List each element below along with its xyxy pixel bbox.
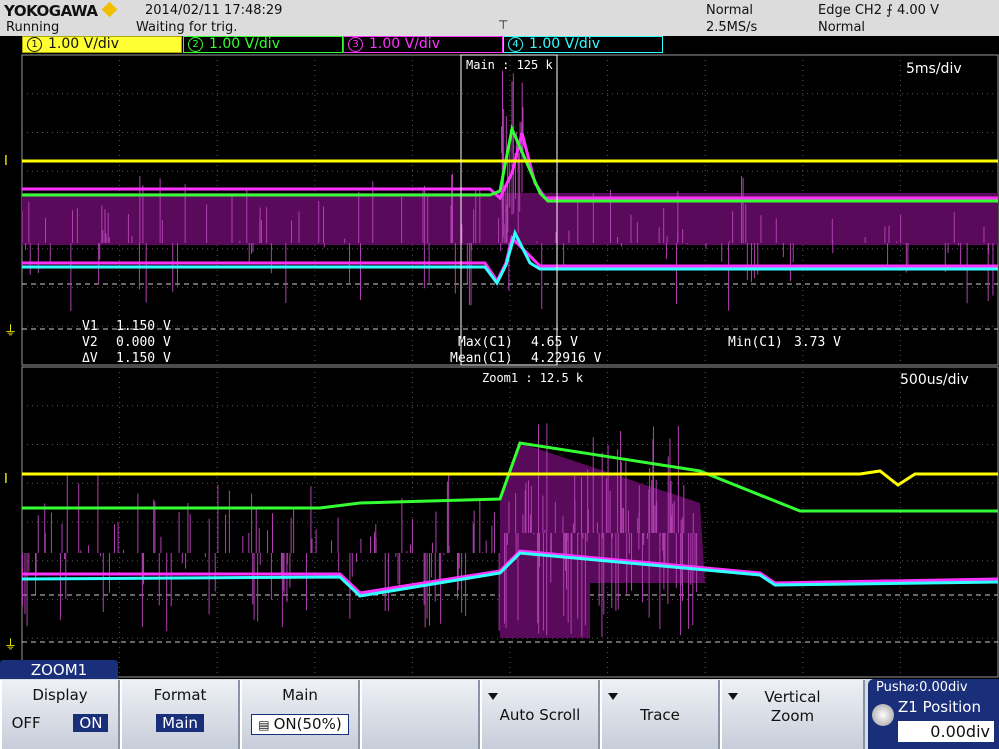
- position-push-hint: Push⌀:0.00div: [876, 680, 968, 695]
- trigger-position-icon: ⊤: [498, 18, 509, 32]
- zoom-fill-tail: [500, 583, 590, 638]
- cursor-dv-label: ΔV: [82, 351, 98, 366]
- zoom-record-label: Zoom1 : 12.5 k: [482, 371, 584, 385]
- submenu-triangle-icon: [728, 693, 738, 700]
- auto-scroll-softkey[interactable]: Auto Scroll: [480, 680, 600, 749]
- acquisition-mode: Normal: [706, 3, 754, 18]
- vertical-zoom-softkey[interactable]: Vertical Zoom: [720, 680, 865, 749]
- split-screen-icon: ▤: [258, 718, 270, 732]
- cursor-dv-value: 1.150 V: [116, 351, 171, 366]
- menu-tab-zoom1[interactable]: ZOOM1: [0, 660, 118, 680]
- measure-max-value: 4.65 V: [531, 335, 578, 350]
- measure-max-label: Max(C1): [458, 335, 513, 350]
- trigger-mode: Normal: [818, 20, 866, 35]
- waveform-display[interactable]: I ⏚ I ⏚: [0, 53, 999, 679]
- position-title: Z1 Position: [898, 698, 981, 716]
- cursor-v2-value: 0.000 V: [116, 335, 171, 350]
- submenu-triangle-icon: [488, 693, 498, 700]
- vertical-zoom-label: Vertical Zoom: [764, 688, 821, 725]
- format-value: Main: [156, 714, 204, 732]
- ground-marker-icon[interactable]: ⏚: [4, 324, 17, 339]
- display-on-option[interactable]: ON: [73, 714, 109, 732]
- trace-label: Trace: [640, 706, 680, 724]
- measure-mean-value: 4.22916 V: [531, 351, 602, 366]
- cursor-v1-label: V1: [82, 319, 98, 334]
- main-value: ▤ ON(50%): [251, 714, 349, 735]
- main-title: Main: [282, 686, 318, 704]
- measure-min-label: Min(C1): [728, 335, 783, 350]
- channel-1-scale[interactable]: 1 1.00 V/div: [22, 36, 182, 53]
- measure-min-value: 3.73 V: [794, 335, 841, 350]
- display-off-option[interactable]: OFF: [12, 714, 41, 732]
- trigger-state: Waiting for trig.: [136, 20, 238, 35]
- submenu-triangle-icon: [608, 693, 618, 700]
- zoom-timebase: 500us/div: [900, 372, 969, 388]
- main-timebase: 5ms/div: [906, 61, 962, 77]
- main-record-label: Main : 125 k: [466, 58, 553, 72]
- channel-3-scale[interactable]: 3 1.00 V/div: [343, 36, 503, 53]
- ch1-level-marker-zoom[interactable]: I: [4, 472, 8, 487]
- rotary-knob-icon: [872, 704, 894, 726]
- run-status: Running: [6, 20, 60, 35]
- format-title: Format: [153, 686, 207, 704]
- cursor-v1-value: 1.150 V: [116, 319, 171, 334]
- format-softkey[interactable]: Format Main: [120, 680, 240, 749]
- sample-rate: 2.5MS/s: [706, 20, 758, 35]
- channel-2-scale[interactable]: 2 1.00 V/div: [183, 36, 343, 53]
- trace-softkey[interactable]: Trace: [600, 680, 720, 749]
- measure-mean-label: Mean(C1): [450, 351, 513, 366]
- cursor-v2-label: V2: [82, 335, 98, 350]
- brand-diamond-icon: [101, 1, 117, 18]
- zoom-pane-traces: [21, 423, 999, 638]
- ground-marker-icon-zoom[interactable]: ⏚: [4, 638, 17, 653]
- datetime: 2014/02/11 17:48:29: [145, 3, 283, 18]
- display-softkey[interactable]: Display OFF ON: [0, 680, 120, 749]
- auto-scroll-label: Auto Scroll: [499, 706, 581, 724]
- brand-logo: YOKOGAWA: [4, 1, 117, 20]
- position-value[interactable]: 0.00div: [898, 721, 994, 742]
- main-softkey[interactable]: Main ▤ ON(50%): [240, 680, 360, 749]
- ch1-level-marker[interactable]: I: [4, 154, 8, 169]
- blank-softkey: [360, 680, 480, 749]
- trigger-setting: Edge CH2 ⨍ 4.00 V: [818, 3, 939, 18]
- channel-4-scale[interactable]: 4 1.00 V/div: [503, 36, 663, 53]
- display-title: Display: [32, 686, 88, 704]
